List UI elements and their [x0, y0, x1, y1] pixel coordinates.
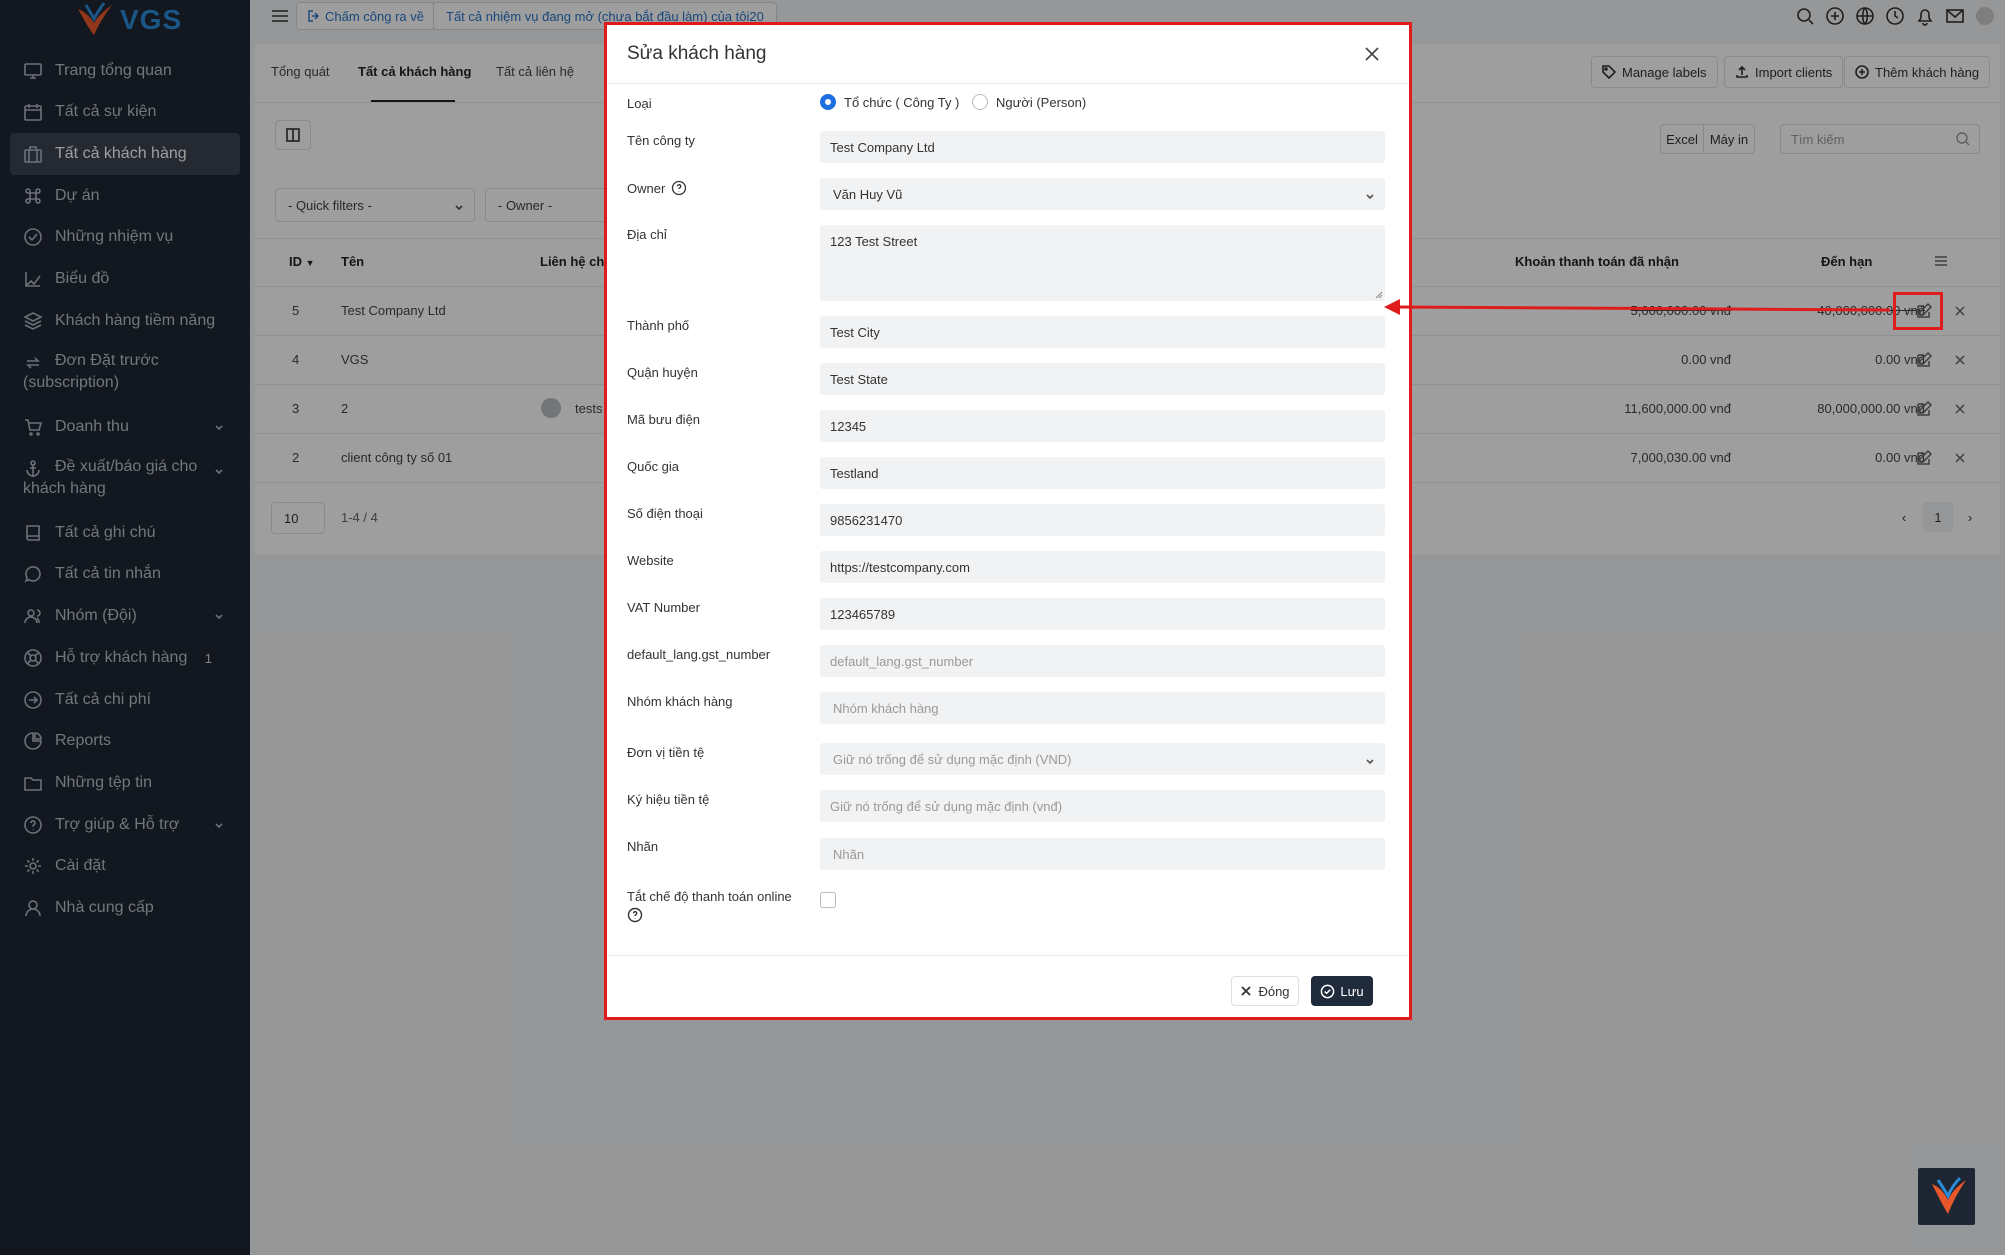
owner-label: Owner	[627, 180, 687, 196]
currency-symbol-label: Ký hiệu tiền tệ	[627, 792, 710, 807]
gst-field[interactable]: default_lang.gst_number	[820, 645, 1385, 677]
logo-icon	[1931, 1176, 1966, 1214]
currency-symbol-field[interactable]: Giữ nó trống để sử dụng mặc định (vnđ)	[820, 790, 1385, 822]
online-payment-checkbox[interactable]	[820, 892, 836, 908]
help-icon[interactable]	[627, 907, 643, 923]
annotation-highlight-box	[1893, 292, 1943, 330]
labels-label: Nhãn	[627, 839, 659, 854]
divider	[607, 955, 1409, 956]
chevron-down-icon	[1365, 755, 1375, 765]
modal-title: Sửa khách hàng	[627, 43, 767, 64]
address-label: Địa chỉ	[627, 227, 667, 242]
chevron-down-icon	[1365, 190, 1375, 200]
address-textarea[interactable]: 123 Test Street	[820, 225, 1385, 301]
zip-label: Mã bưu điện	[627, 412, 701, 427]
district-field[interactable]: Test State	[820, 363, 1385, 395]
radio-unchecked	[972, 94, 988, 110]
floating-chat-button[interactable]	[1918, 1168, 1975, 1225]
zip-field[interactable]: 12345	[820, 410, 1385, 442]
check-circle-icon	[1321, 984, 1335, 998]
client-group-label: Nhóm khách hàng	[627, 694, 733, 709]
country-label: Quốc gia	[627, 459, 680, 474]
city-field[interactable]: Test City	[820, 316, 1385, 348]
type-label: Loại	[627, 96, 652, 111]
vat-label: VAT Number	[627, 600, 700, 615]
gst-label: default_lang.gst_number	[627, 647, 771, 662]
type-organization-radio[interactable]: Tổ chức ( Công Ty )	[820, 94, 959, 110]
online-payment-label: Tắt chế độ thanh toán online	[627, 889, 792, 904]
website-label: Website	[627, 553, 674, 568]
owner-value: Văn Huy Vũ	[833, 186, 903, 202]
company-name-field[interactable]: Test Company Ltd	[820, 131, 1385, 163]
company-name-label: Tên công ty	[627, 133, 695, 148]
vat-field[interactable]: 123465789	[820, 598, 1385, 630]
district-label: Quận huyện	[627, 365, 698, 380]
close-icon	[1241, 986, 1252, 996]
edit-client-modal: Sửa khách hàng Loại Tổ chức ( Công Ty ) …	[604, 22, 1412, 1020]
city-label: Thành phố	[627, 318, 690, 333]
owner-label-text: Owner	[627, 180, 666, 196]
save-label: Lưu	[1340, 983, 1364, 999]
radio-label: Tổ chức ( Công Ty )	[844, 94, 960, 110]
type-person-radio[interactable]: Người (Person)	[972, 94, 1086, 110]
owner-select[interactable]: Văn Huy Vũ	[820, 178, 1385, 210]
address-value: 123 Test Street	[830, 234, 918, 249]
phone-field[interactable]: 9856231470	[820, 504, 1385, 536]
currency-label: Đơn vị tiền tệ	[627, 745, 705, 760]
client-group-select[interactable]: Nhóm khách hàng	[820, 692, 1385, 724]
country-field[interactable]: Testland	[820, 457, 1385, 489]
divider	[607, 83, 1409, 84]
close-button[interactable]: Đóng	[1231, 976, 1299, 1006]
currency-placeholder: Giữ nó trống để sử dụng mặc định (VND)	[833, 751, 1072, 767]
website-field[interactable]: https://testcompany.com	[820, 551, 1385, 583]
radio-label: Người (Person)	[996, 94, 1087, 110]
labels-field[interactable]: Nhãn	[820, 838, 1385, 870]
help-icon[interactable]	[671, 180, 687, 196]
close-icon[interactable]	[1361, 43, 1383, 65]
currency-select[interactable]: Giữ nó trống để sử dụng mặc định (VND)	[820, 743, 1385, 775]
close-label: Đóng	[1258, 983, 1290, 999]
annotation-arrow	[1384, 299, 1891, 315]
radio-checked	[820, 94, 836, 110]
save-button[interactable]: Lưu	[1311, 976, 1373, 1006]
phone-label: Số điện thoại	[627, 506, 703, 521]
